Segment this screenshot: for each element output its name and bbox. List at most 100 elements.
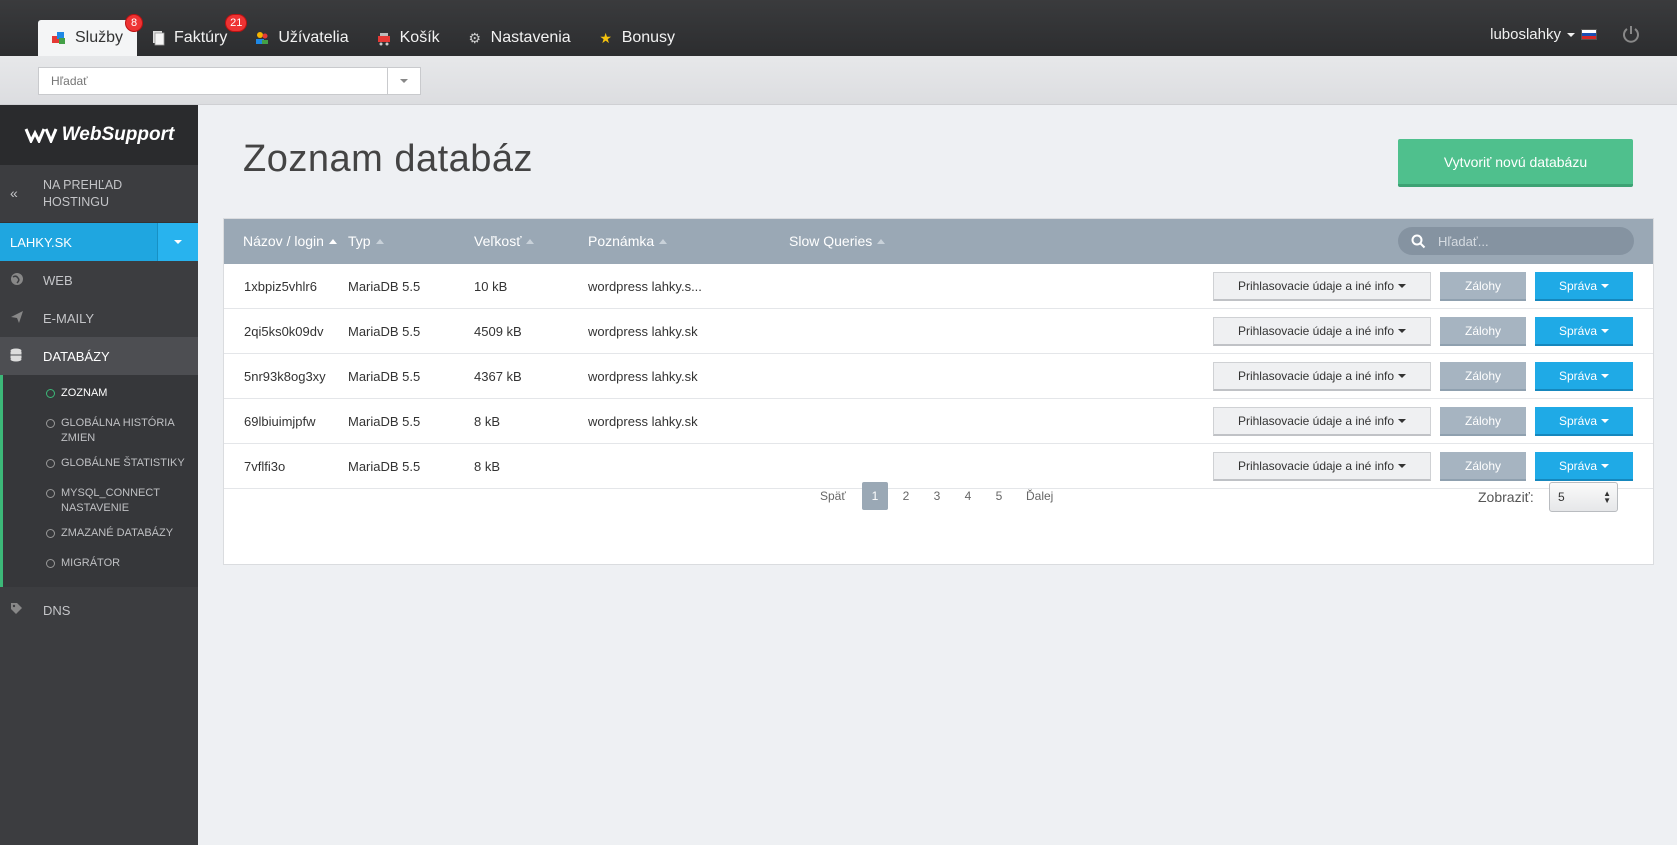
manage-button[interactable]: Správa — [1535, 407, 1633, 436]
manage-button[interactable]: Správa — [1535, 317, 1633, 346]
submenu-deleted-databases-label: ZMAZANÉ DATABÁZY — [61, 527, 174, 539]
pagination-page[interactable]: 1 — [862, 482, 888, 510]
submenu-list[interactable]: ZOZNAM — [3, 381, 198, 411]
column-type[interactable]: Typ — [348, 233, 384, 249]
backups-button[interactable]: Zálohy — [1440, 407, 1526, 436]
submenu-global-history[interactable]: GLOBÁLNA HISTÓRIA ZMIEN — [3, 411, 198, 451]
submenu-mysql-connect-label: MYSQL_CONNECT NASTAVENIE — [61, 487, 160, 514]
circle-icon — [46, 489, 55, 498]
chevron-down-icon — [1398, 464, 1407, 468]
manage-button[interactable]: Správa — [1535, 362, 1633, 391]
credentials-info-button[interactable]: Prihlasovacie údaje a iné info — [1213, 452, 1431, 481]
nav-invoices-label: Faktúry — [174, 29, 228, 46]
backups-button[interactable]: Zálohy — [1440, 452, 1526, 481]
double-chevron-left-icon: « — [10, 185, 18, 201]
sidebar-item-databases[interactable]: DATABÁZY — [0, 337, 198, 375]
column-slow-queries[interactable]: Slow Queries — [789, 233, 886, 249]
table-search-input[interactable] — [1438, 233, 1618, 249]
back-label: NA PREHĽAD HOSTINGU — [43, 177, 123, 209]
db-name: 5nr93k8og3xy — [244, 369, 326, 384]
chevron-down-icon — [1398, 329, 1407, 333]
db-size: 8 kB — [474, 414, 501, 429]
chevron-down-icon — [1398, 374, 1407, 378]
column-name-label: Názov / login — [243, 233, 324, 249]
manage-button[interactable]: Správa — [1535, 272, 1633, 301]
nav-cart[interactable]: Košík — [363, 20, 454, 56]
power-icon[interactable] — [1621, 24, 1641, 44]
submenu-list-label: ZOZNAM — [61, 387, 108, 399]
sidebar-item-dns[interactable]: DNS — [0, 591, 198, 629]
backups-button[interactable]: Zálohy — [1440, 272, 1526, 301]
services-icon — [50, 29, 68, 47]
column-name[interactable]: Názov / login — [243, 233, 337, 249]
back-to-hosting-overview[interactable]: « NA PREHĽAD HOSTINGU — [0, 165, 198, 223]
global-search-input[interactable] — [39, 68, 387, 94]
manage-button[interactable]: Správa — [1535, 452, 1633, 481]
pagination-page[interactable]: 4 — [962, 482, 974, 510]
nav-users[interactable]: Užívatelia — [241, 20, 362, 56]
column-slow-queries-label: Slow Queries — [789, 233, 873, 249]
sort-up-icon — [526, 238, 535, 244]
nav-settings[interactable]: ⚙ Nastavenia — [454, 20, 585, 56]
circle-icon — [46, 529, 55, 538]
credentials-info-button[interactable]: Prihlasovacie údaje a iné info — [1213, 407, 1431, 436]
pagination-page[interactable]: 5 — [993, 482, 1005, 510]
page-size-select[interactable]: 5 ▲ ▼ — [1549, 482, 1618, 512]
websupport-logo[interactable]: WebSupport — [0, 105, 198, 165]
pagination-next[interactable]: Ďalej — [1026, 482, 1053, 510]
sidebar-item-emails[interactable]: E-MAILY — [0, 299, 198, 337]
credentials-info-label: Prihlasovacie údaje a iné info — [1237, 369, 1395, 383]
nav-services[interactable]: Služby 8 — [38, 14, 144, 56]
submenu-deleted-databases[interactable]: ZMAZANÉ DATABÁZY — [3, 521, 198, 551]
pagination-prev[interactable]: Späť — [820, 482, 846, 510]
user-menu[interactable]: luboslahky — [1490, 26, 1597, 43]
submenu-global-stats[interactable]: GLOBÁLNE ŠTATISTIKY — [3, 451, 198, 481]
db-name: 69lbiuimjpfw — [244, 414, 316, 429]
submenu-migrator[interactable]: MIGRÁTOR — [3, 551, 198, 581]
pagination: Späť 1 2 3 4 5 Ďalej Zobraziť: 5 ▲ ▼ — [224, 479, 1653, 513]
table-row: 69lbiuimjpfw MariaDB 5.5 8 kB wordpress … — [224, 399, 1653, 444]
nav-bonuses[interactable]: ★ Bonusy — [585, 20, 689, 56]
nav-invoices[interactable]: Faktúry 21 — [137, 14, 248, 56]
star-icon: ★ — [599, 29, 612, 46]
chevron-down-icon[interactable] — [387, 68, 420, 94]
domain-selector[interactable]: LAHKY.SK — [0, 223, 198, 261]
circle-icon — [46, 419, 55, 428]
chevron-down-icon[interactable] — [157, 223, 198, 261]
db-size: 10 kB — [474, 279, 508, 294]
slovak-flag-icon — [1581, 29, 1597, 40]
backups-button[interactable]: Zálohy — [1440, 317, 1526, 346]
chevron-down-icon — [1601, 418, 1610, 423]
credentials-info-label: Prihlasovacie údaje a iné info — [1237, 414, 1395, 428]
credentials-info-label: Prihlasovacie údaje a iné info — [1237, 324, 1395, 338]
db-note: wordpress lahky.s... — [588, 279, 702, 294]
column-size-label: Veľkosť — [474, 233, 522, 249]
column-note[interactable]: Poznámka — [588, 233, 668, 249]
table-row: 2qi5ks0k09dv MariaDB 5.5 4509 kB wordpre… — [224, 309, 1653, 354]
credentials-info-button[interactable]: Prihlasovacie údaje a iné info — [1213, 362, 1431, 391]
credentials-info-label: Prihlasovacie údaje a iné info — [1237, 279, 1395, 293]
backups-button[interactable]: Zálohy — [1440, 362, 1526, 391]
sidebar-item-dns-label: DNS — [43, 602, 71, 618]
credentials-info-button[interactable]: Prihlasovacie údaje a iné info — [1213, 272, 1431, 301]
credentials-info-button[interactable]: Prihlasovacie údaje a iné info — [1213, 317, 1431, 346]
column-note-label: Poznámka — [588, 233, 655, 249]
sidebar-item-web[interactable]: WEB — [0, 261, 198, 299]
db-type: MariaDB 5.5 — [348, 279, 421, 294]
table-row: 1xbpiz5vhlr6 MariaDB 5.5 10 kB wordpress… — [224, 264, 1653, 309]
chevron-down-icon — [1601, 283, 1610, 288]
table-search — [1398, 227, 1634, 255]
create-database-button[interactable]: Vytvoriť novú databázu — [1398, 139, 1633, 187]
sidebar: WebSupport « NA PREHĽAD HOSTINGU LAHKY.S… — [0, 105, 198, 845]
sort-up-icon — [659, 238, 668, 244]
pagination-page[interactable]: 3 — [931, 482, 943, 510]
sort-up-icon — [375, 238, 384, 244]
column-size[interactable]: Veľkosť — [474, 233, 535, 249]
pagination-page[interactable]: 2 — [900, 482, 912, 510]
gear-icon: ⚙ — [468, 29, 481, 46]
db-type: MariaDB 5.5 — [348, 459, 421, 474]
submenu-mysql-connect[interactable]: MYSQL_CONNECT NASTAVENIE — [3, 481, 198, 521]
logo-mark-icon — [24, 128, 58, 143]
chevron-down-icon — [1567, 32, 1575, 37]
submenu-global-stats-label: GLOBÁLNE ŠTATISTIKY — [61, 457, 185, 469]
